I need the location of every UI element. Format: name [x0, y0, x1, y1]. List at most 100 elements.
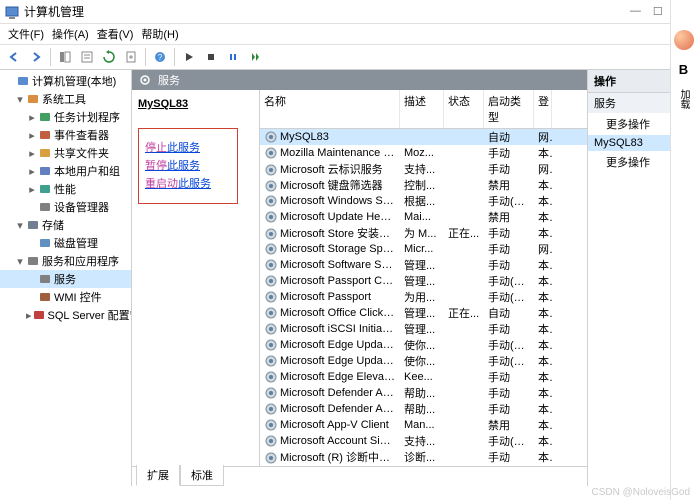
service-row[interactable]: Microsoft Passport Cont...管理...手动(触发...本 — [260, 273, 587, 289]
menu-help[interactable]: 帮助(H) — [139, 26, 180, 42]
service-action-link[interactable]: 停止此服务 — [145, 139, 231, 155]
col-name[interactable]: 名称 — [260, 90, 400, 128]
pause-icon[interactable] — [223, 47, 243, 67]
service-row[interactable]: Microsoft Edge Update ...使你...手动(触发...本 — [260, 337, 587, 353]
share-icon — [38, 146, 52, 160]
menu-view[interactable]: 查看(V) — [95, 26, 136, 42]
service-row[interactable]: Microsoft Passport为用...手动(触发...本 — [260, 289, 587, 305]
tree-label: 存储 — [42, 217, 64, 233]
maximize-button[interactable]: ☐ — [653, 5, 663, 18]
menu-action[interactable]: 操作(A) — [50, 26, 91, 42]
service-row[interactable]: Microsoft Windows SMS ...根据...手动(触发...本 — [260, 193, 587, 209]
service-row[interactable]: MessagingService_999eb支持...手动(触发...本 — [260, 465, 587, 466]
wmi-icon — [38, 290, 52, 304]
col-logon[interactable]: 登 — [534, 90, 552, 128]
service-row[interactable]: Microsoft Defender Antiv...帮助...手动本 — [260, 401, 587, 417]
task-icon — [38, 110, 52, 124]
tree-item[interactable]: ▾ 存储 — [0, 216, 131, 234]
tree-item[interactable]: 计算机管理(本地) — [0, 72, 131, 90]
tree-item[interactable]: WMI 控件 — [0, 288, 131, 306]
tree-label: 磁盘管理 — [54, 235, 98, 251]
expand-icon[interactable]: ▸ — [26, 111, 38, 124]
service-row[interactable]: Microsoft Defender Antiv...帮助...手动本 — [260, 385, 587, 401]
show-hide-icon[interactable] — [55, 47, 75, 67]
service-row[interactable]: Microsoft (R) 诊断中心标...诊断...手动本 — [260, 449, 587, 465]
services-title: 服务 — [158, 72, 180, 88]
service-row[interactable]: Microsoft Software Shad...管理...手动本 — [260, 257, 587, 273]
service-row[interactable]: Microsoft Storage Space...Micr...手动网 — [260, 241, 587, 257]
restart-icon[interactable] — [245, 47, 265, 67]
window-title: 计算机管理 — [24, 3, 630, 20]
service-row[interactable]: Mozilla Maintenance Ser...Moz...手动本 — [260, 145, 587, 161]
tree-item[interactable]: 服务 — [0, 270, 131, 288]
col-desc[interactable]: 描述 — [400, 90, 444, 128]
tree-item[interactable]: ▸SQL Server 配置管理器 — [0, 306, 131, 324]
service-row[interactable]: Microsoft Account Sign-i...支持...手动(触发...… — [260, 433, 587, 449]
tree-item[interactable]: ▸ 任务计划程序 — [0, 108, 131, 126]
tree-label: 服务和应用程序 — [42, 253, 119, 269]
refresh-icon[interactable] — [99, 47, 119, 67]
expand-icon[interactable]: ▾ — [14, 255, 26, 268]
tree-item[interactable]: ▸本地用户和组 — [0, 162, 131, 180]
help-icon[interactable]: ? — [150, 47, 170, 67]
tree-label: 设备管理器 — [54, 199, 109, 215]
gear-icon — [264, 290, 278, 304]
tab-standard[interactable]: 标准 — [180, 465, 224, 486]
menu-file[interactable]: 文件(F) — [6, 26, 46, 42]
col-status[interactable]: 状态 — [444, 90, 484, 128]
tree-label: 服务 — [54, 271, 76, 287]
gear-icon — [264, 210, 278, 224]
expand-icon[interactable]: ▾ — [14, 219, 26, 232]
tree-item[interactable]: ▾系统工具 — [0, 90, 131, 108]
expand-icon[interactable]: ▸ — [26, 129, 38, 142]
separator — [174, 48, 175, 66]
tree-item[interactable]: ▾ 服务和应用程序 — [0, 252, 131, 270]
tree-label: 任务计划程序 — [54, 109, 120, 125]
tree-item[interactable]: ▸事件查看器 — [0, 126, 131, 144]
export-icon[interactable] — [121, 47, 141, 67]
service-action-link[interactable]: 重启动此服务 — [145, 175, 231, 191]
tree-item[interactable]: 磁盘管理 — [0, 234, 131, 252]
expand-icon[interactable]: ▸ — [26, 183, 38, 196]
gear-icon — [264, 418, 278, 432]
minimize-button[interactable]: — — [630, 5, 641, 18]
titlebar: 计算机管理 — ☐ ✕ — [0, 0, 696, 24]
back-button[interactable] — [4, 47, 24, 67]
service-row[interactable]: Microsoft Update Health...Mai...禁用本 — [260, 209, 587, 225]
service-list[interactable]: 名称 描述 状态 启动类型 登 MySQL83自动网Mozilla Mainte… — [260, 90, 587, 466]
gear-icon — [264, 227, 278, 241]
extra-b[interactable]: B — [679, 62, 688, 77]
tree-item[interactable]: ▸性能 — [0, 180, 131, 198]
expand-icon[interactable]: ▸ — [26, 147, 38, 160]
service-row[interactable]: Microsoft Edge Update ...使你...手动(触发...本 — [260, 353, 587, 369]
col-startup[interactable]: 启动类型 — [484, 90, 534, 128]
tree-item[interactable]: ▸共享文件夹 — [0, 144, 131, 162]
svc-icon — [26, 254, 40, 268]
service-action-link[interactable]: 暂停此服务 — [145, 157, 231, 173]
stop-icon[interactable] — [201, 47, 221, 67]
watermark: CSDN @NoloveisGod — [591, 487, 690, 498]
service-row[interactable]: Microsoft 键盘筛选器控制...禁用本 — [260, 177, 587, 193]
service-row[interactable]: Microsoft Office ClickTo...管理...正在...自动本 — [260, 305, 587, 321]
tool-icon — [26, 92, 40, 106]
service-row[interactable]: Microsoft App-V ClientMan...禁用本 — [260, 417, 587, 433]
column-headers[interactable]: 名称 描述 状态 启动类型 登 — [260, 90, 587, 129]
forward-button[interactable] — [26, 47, 46, 67]
properties-icon[interactable] — [77, 47, 97, 67]
avatar[interactable] — [674, 30, 694, 50]
service-row[interactable]: Microsoft 云标识服务支持...手动网 — [260, 161, 587, 177]
gear-icon — [264, 146, 278, 160]
play-icon[interactable] — [179, 47, 199, 67]
expand-icon[interactable]: ▸ — [26, 165, 38, 178]
tab-extended[interactable]: 扩展 — [136, 465, 180, 486]
service-row[interactable]: Microsoft Store 安装服务为 M...正在...手动本 — [260, 225, 587, 241]
expand-icon[interactable]: ▾ — [14, 93, 26, 106]
gear-icon — [264, 258, 278, 272]
gear-icon — [264, 402, 278, 416]
tree-item[interactable]: 设备管理器 — [0, 198, 131, 216]
service-row[interactable]: Microsoft Edge Elevation...Kee...手动本 — [260, 369, 587, 385]
gear-icon — [264, 130, 278, 144]
disk-icon — [38, 236, 52, 250]
service-row[interactable]: Microsoft iSCSI Initiator ...管理...手动本 — [260, 321, 587, 337]
service-row[interactable]: MySQL83自动网 — [260, 129, 587, 145]
